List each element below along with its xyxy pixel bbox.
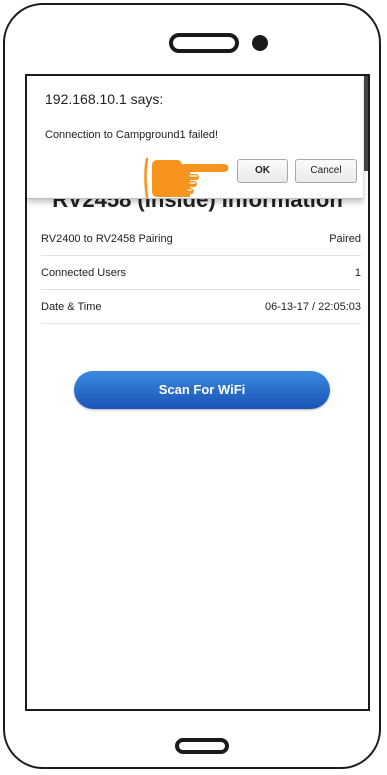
table-row: Date & Time 06-13-17 / 22:05:03 [41, 290, 361, 324]
dialog-message: Connection to Campground1 failed! [45, 129, 219, 141]
speaker-icon [169, 33, 239, 53]
cancel-button[interactable]: Cancel [295, 159, 357, 183]
home-button[interactable] [175, 738, 229, 754]
row-label: Connected Users [41, 266, 126, 279]
table-row: Connected Users 1 [41, 256, 361, 290]
table-row: RV2400 to RV2458 Pairing Paired [41, 222, 361, 256]
pointing-hand-icon [144, 157, 229, 199]
phone-screen: RV2458 (Inside) Information RV2400 to RV… [25, 74, 370, 711]
scrollbar[interactable] [364, 76, 368, 171]
row-label: Date & Time [41, 300, 102, 313]
info-table: RV2400 to RV2458 Pairing Paired Connecte… [41, 222, 361, 324]
phone-frame: RV2458 (Inside) Information RV2400 to RV… [3, 3, 381, 769]
dialog-origin: 192.168.10.1 says: [45, 91, 164, 107]
row-value: 06-13-17 / 22:05:03 [264, 300, 361, 313]
row-value: 1 [354, 266, 361, 279]
camera-icon [252, 35, 268, 51]
ok-button[interactable]: OK [237, 159, 288, 183]
row-value: Paired [329, 232, 361, 245]
row-label: RV2400 to RV2458 Pairing [41, 232, 173, 245]
scan-for-wifi-button[interactable]: Scan For WiFi [74, 371, 330, 409]
